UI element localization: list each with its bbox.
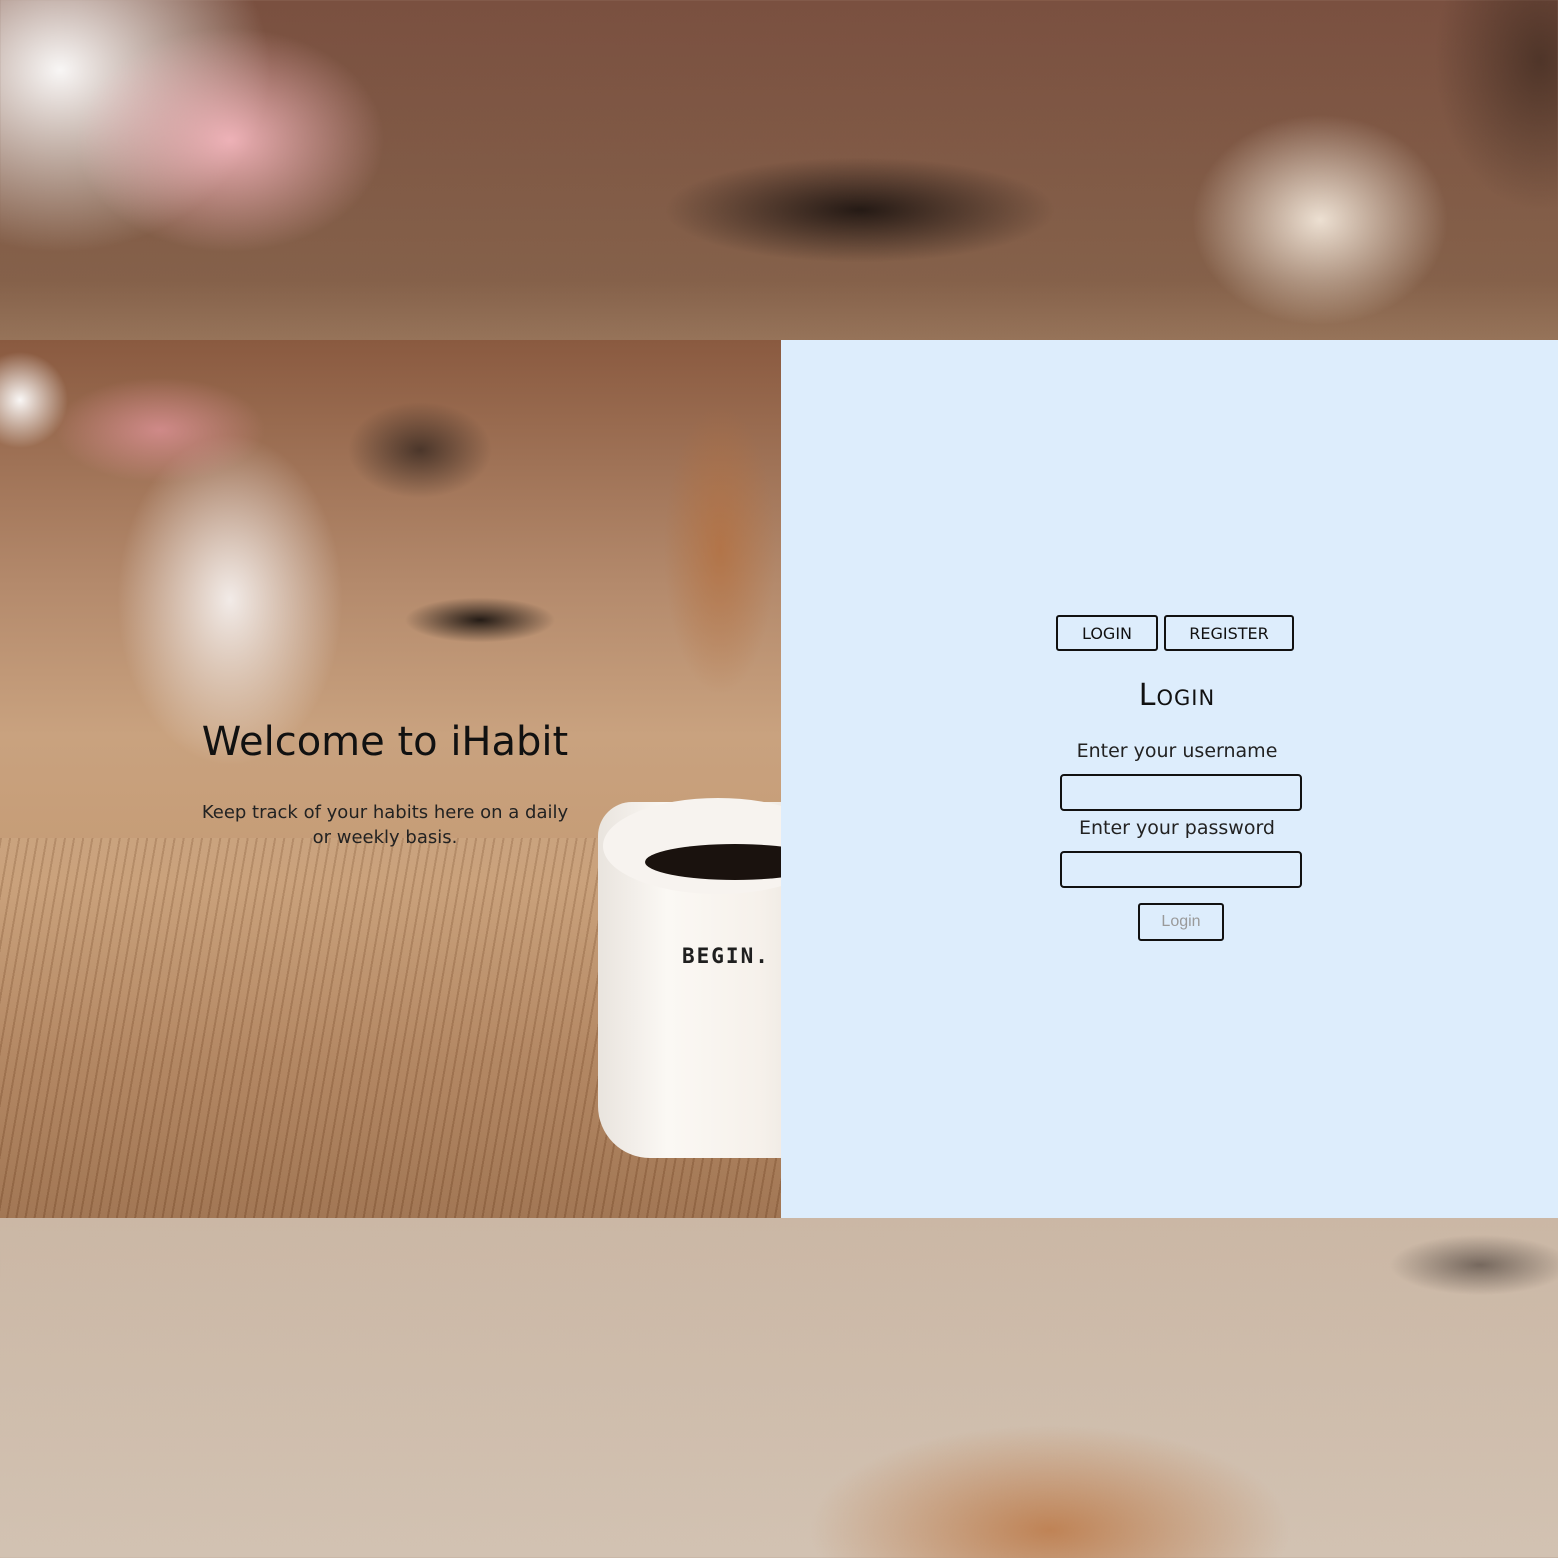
hero-subtitle: Keep track of your habits here on a dail… (201, 802, 569, 848)
login-submit-button[interactable]: Login (1138, 903, 1224, 941)
tab-register[interactable]: REGISTER (1164, 615, 1294, 651)
hero-title: Welcome to iHabit (201, 719, 569, 765)
password-label: Enter your password (1078, 817, 1275, 839)
mug-print-text: BEGIN. (682, 944, 770, 968)
auth-tabs: LOGIN REGISTER (1056, 615, 1294, 651)
form-heading: Login (1138, 678, 1216, 713)
username-input[interactable] (1060, 774, 1302, 811)
tab-login[interactable]: LOGIN (1056, 615, 1158, 651)
username-label: Enter your username (1076, 740, 1278, 762)
hero-copy: Welcome to iHabit Keep track of your hab… (170, 714, 600, 850)
hero-image-section: BEGIN. Welcome to iHabit Keep track of y… (0, 340, 781, 1218)
auth-panel: LOGIN REGISTER Login Enter your username… (781, 340, 1558, 1218)
password-input[interactable] (1060, 851, 1302, 888)
